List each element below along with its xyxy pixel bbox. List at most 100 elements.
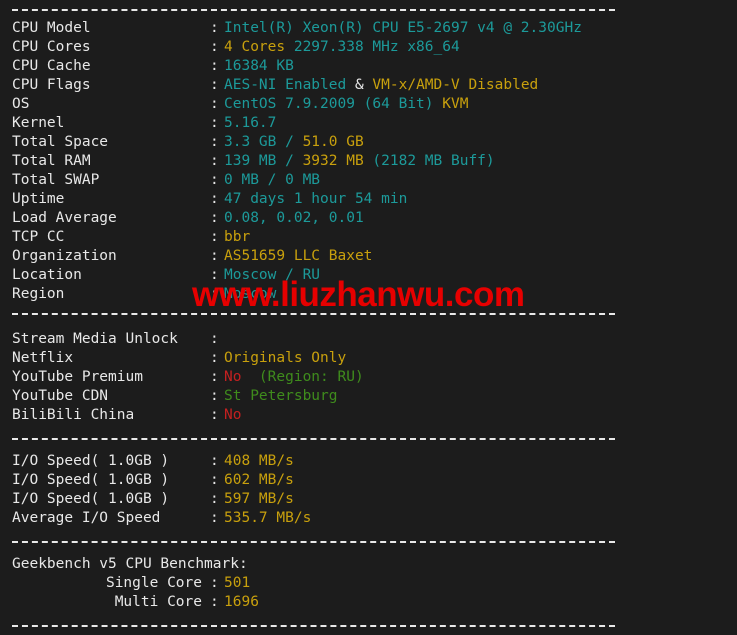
row-label: YouTube Premium	[12, 369, 143, 385]
value-token: 5.16.7	[224, 115, 277, 131]
row-label: Total Space	[12, 134, 109, 150]
row-value: CentOS 7.9.2009 (64 Bit) KVM	[224, 95, 737, 114]
row-value: 408 MB/s	[224, 452, 737, 471]
value-token: 597 MB/s	[224, 491, 294, 507]
colon-glyph: :	[210, 472, 219, 488]
info-row: Load Average:0.08, 0.02, 0.01	[0, 209, 737, 228]
dashed-rule	[12, 625, 615, 627]
geekbench-heading-row: Geekbench v5 CPU Benchmark:	[0, 555, 737, 574]
row-value: AS51659 LLC Baxet	[224, 247, 737, 266]
colon-glyph: :	[210, 210, 219, 226]
row-value: AES-NI Enabled & VM-x/AMD-V Disabled	[224, 76, 737, 95]
value-token: bbr	[224, 229, 251, 245]
info-row: I/O Speed( 1.0GB ):597 MB/s	[0, 490, 737, 509]
value-token: Intel(R) Xeon(R) CPU E5-2697 v4 @ 2.30GH…	[224, 20, 582, 36]
value-token: St Petersburg	[224, 388, 338, 404]
colon-glyph: :	[210, 575, 219, 591]
row-value: 535.7 MB/s	[224, 509, 737, 528]
value-token: No	[224, 407, 242, 423]
colon-glyph: :	[210, 407, 219, 423]
colon-glyph: :	[210, 350, 219, 366]
value-token: &	[346, 77, 373, 93]
value-token: Originals Only	[224, 350, 347, 366]
colon-glyph: :	[210, 248, 219, 264]
row-label: Netflix	[12, 350, 74, 366]
row-value: 1696	[224, 593, 737, 612]
info-row: TCP CC: bbr	[0, 228, 737, 247]
separator-top	[0, 0, 737, 19]
colon-glyph: :	[210, 369, 219, 385]
row-label: OS	[12, 96, 30, 112]
value-token: 501	[224, 575, 251, 591]
info-row: OS: CentOS 7.9.2009 (64 Bit) KVM	[0, 95, 737, 114]
separator-after-system-info	[0, 304, 737, 323]
separator-bottom	[0, 616, 737, 635]
info-row: Netflix: Originals Only	[0, 349, 737, 368]
colon-glyph: :	[210, 229, 219, 245]
row-value: 501	[224, 574, 737, 593]
info-row: Total Space:3.3 GB / 51.0 GB	[0, 133, 737, 152]
row-value: No	[224, 406, 737, 425]
colon-glyph: :	[210, 115, 219, 131]
value-token: 51.0 GB	[302, 134, 364, 150]
row-value: Moscow	[224, 285, 737, 304]
row-value: St Petersburg	[224, 387, 737, 406]
value-token: /	[285, 153, 303, 169]
colon-glyph: :	[210, 594, 219, 610]
value-token: CentOS 7.9.2009 (64 Bit)	[224, 96, 443, 112]
value-token: 4 Cores	[224, 39, 286, 55]
value-token: 408 MB/s	[224, 453, 294, 469]
colon-glyph: :	[210, 20, 219, 36]
system-info-section: CPU Model: Intel(R) Xeon(R) CPU E5-2697 v…	[0, 19, 737, 304]
row-label: Region	[12, 286, 65, 302]
info-row: YouTube Premium: No (Region: RU)	[0, 368, 737, 387]
stream-media-heading-label: Stream Media Unlock	[12, 331, 178, 347]
row-value: 47 days 1 hour 54 min	[224, 190, 737, 209]
info-row: Organization: AS51659 LLC Baxet	[0, 247, 737, 266]
info-row: Single Core:501	[0, 574, 737, 593]
info-row: Uptime:47 days 1 hour 54 min	[0, 190, 737, 209]
value-token: 0 MB / 0 MB	[224, 172, 321, 188]
value-token: Moscow	[224, 286, 277, 302]
value-token: KVM	[442, 96, 469, 112]
row-value: Originals Only	[224, 349, 737, 368]
value-token: AS51659 LLC Baxet	[224, 248, 373, 264]
colon-glyph: :	[210, 58, 219, 74]
value-token: 0.08, 0.02, 0.01	[224, 210, 364, 226]
info-row: Location: Moscow / RU	[0, 266, 737, 285]
value-token: 139 MB	[224, 153, 286, 169]
dashed-rule	[12, 541, 615, 543]
value-token: 602 MB/s	[224, 472, 294, 488]
row-label: Location	[12, 267, 82, 283]
row-label: Total RAM	[12, 153, 91, 169]
info-row: CPU Model: Intel(R) Xeon(R) CPU E5-2697 v…	[0, 19, 737, 38]
row-label: Load Average	[12, 210, 117, 226]
row-label: CPU Cores	[12, 39, 91, 55]
info-row: CPU Cache:16384 KB	[0, 57, 737, 76]
stream-media-heading-row: Stream Media Unlock :	[0, 330, 737, 349]
value-token: 3932 MB	[302, 153, 373, 169]
colon-glyph: :	[210, 267, 219, 283]
colon-glyph: :	[210, 510, 219, 526]
row-value: 0.08, 0.02, 0.01	[224, 209, 737, 228]
info-row: Total SWAP:0 MB / 0 MB	[0, 171, 737, 190]
row-value: 4 Cores 2297.338 MHz x86_64	[224, 38, 737, 57]
info-row: CPU Flags: AES-NI Enabled & VM-x/AMD-V Di…	[0, 76, 737, 95]
row-label: I/O Speed( 1.0GB )	[12, 453, 170, 469]
row-label: Multi Core	[114, 594, 202, 610]
row-value: 5.16.7	[224, 114, 737, 133]
row-value: Intel(R) Xeon(R) CPU E5-2697 v4 @ 2.30GH…	[224, 19, 737, 38]
terminal-output: CPU Model: Intel(R) Xeon(R) CPU E5-2697 v…	[0, 0, 737, 627]
row-label: Kernel	[12, 115, 65, 131]
value-token: (2182 MB Buff)	[372, 153, 495, 169]
row-label: BiliBili China	[12, 407, 135, 423]
row-value: 602 MB/s	[224, 471, 737, 490]
info-row: Kernel:5.16.7	[0, 114, 737, 133]
info-row: Total RAM:139 MB / 3932 MB (2182 MB Buff…	[0, 152, 737, 171]
info-row: BiliBili China: No	[0, 406, 737, 425]
row-label: Single Core	[105, 575, 202, 591]
info-row: Average I/O Speed:535.7 MB/s	[0, 509, 737, 528]
separator-after-stream-media	[0, 429, 737, 448]
row-label: CPU Cache	[12, 58, 91, 74]
